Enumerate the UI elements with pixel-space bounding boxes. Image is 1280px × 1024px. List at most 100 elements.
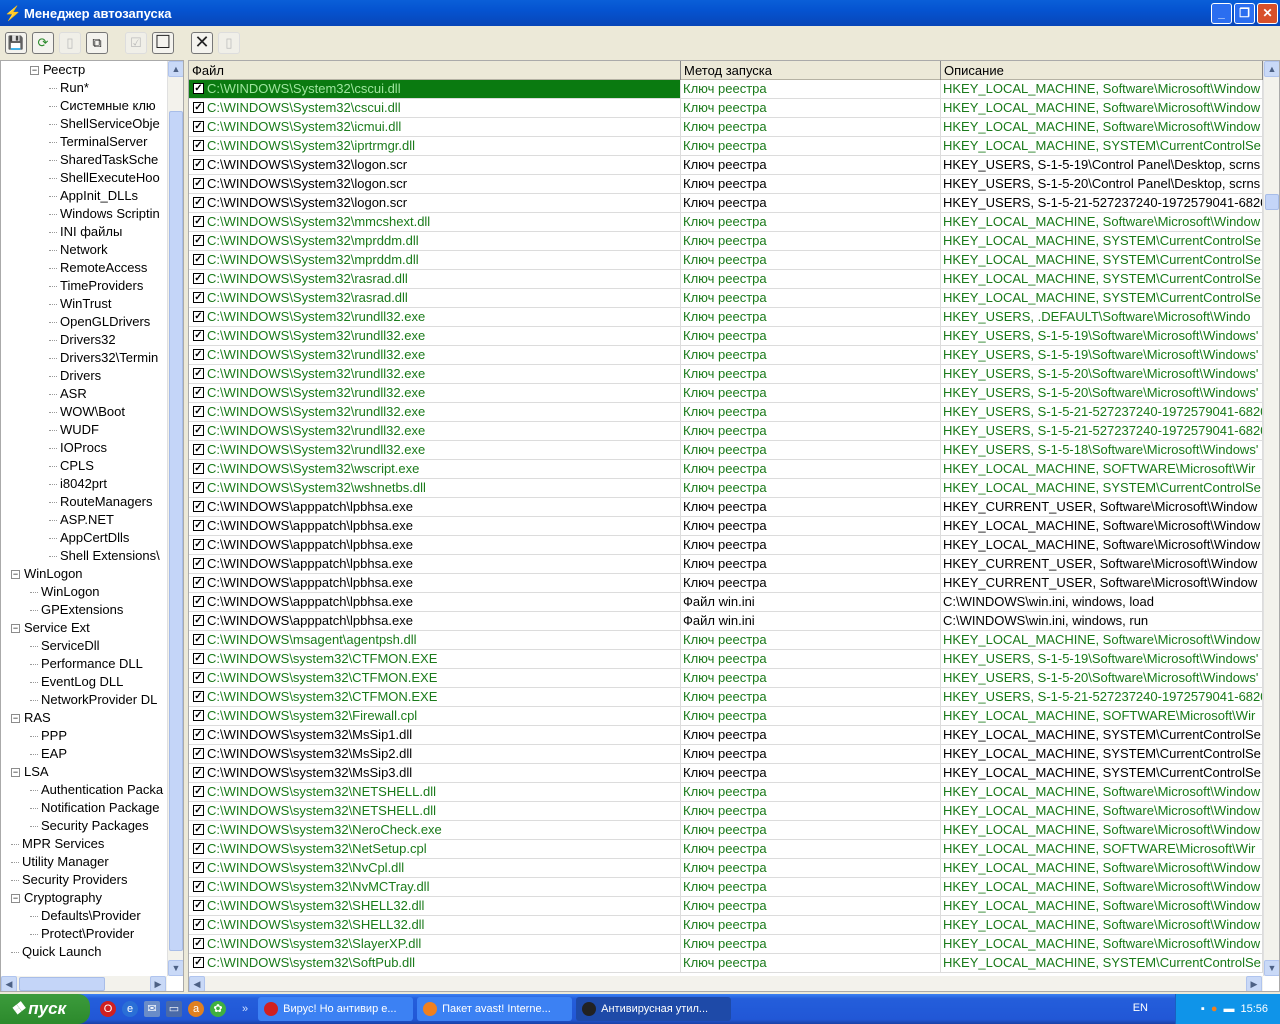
table-row[interactable]: ✓ C:\WINDOWS\system32\CTFMON.EXE Ключ реес… (189, 669, 1263, 688)
internet-explorer-icon[interactable]: e (122, 1001, 138, 1017)
collapse-icon[interactable]: − (11, 570, 20, 580)
enabled-checkbox[interactable]: ✓ (193, 918, 204, 930)
enabled-checkbox[interactable]: ✓ (193, 120, 204, 132)
table-row[interactable]: ✓ C:\WINDOWS\system32\NvCpl.dll Ключ реест… (189, 859, 1263, 878)
icq-icon[interactable]: ✿ (210, 1001, 226, 1017)
enabled-checkbox[interactable]: ✓ (193, 215, 204, 227)
enabled-checkbox[interactable]: ✓ (193, 652, 204, 664)
tree-item[interactable]: WinLogon (30, 583, 100, 601)
tree-item[interactable]: Run* (49, 79, 89, 97)
enabled-checkbox[interactable]: ✓ (193, 386, 204, 398)
table-row[interactable]: ✓ C:\WINDOWS\System32\rundll32.exe Ключ ре… (189, 403, 1263, 422)
enabled-checkbox[interactable]: ✓ (193, 310, 204, 322)
enabled-checkbox[interactable]: ✓ (193, 82, 204, 94)
tree-item[interactable]: WinTrust (49, 295, 112, 313)
table-horizontal-scrollbar[interactable]: ◀ ▶ (189, 976, 1263, 991)
enabled-checkbox[interactable]: ✓ (193, 709, 204, 721)
table-row[interactable]: ✓ C:\WINDOWS\System32\mmcshext.dll Ключ ре… (189, 213, 1263, 232)
enabled-checkbox[interactable]: ✓ (193, 348, 204, 360)
tree-item[interactable]: AppCertDlls (49, 529, 129, 547)
enabled-checkbox[interactable]: ✓ (193, 785, 204, 797)
enabled-checkbox[interactable]: ✓ (193, 766, 204, 778)
enabled-checkbox[interactable]: ✓ (193, 234, 204, 246)
enabled-checkbox[interactable]: ✓ (193, 937, 204, 949)
table-row[interactable]: ✓ C:\WINDOWS\System32\rundll32.exe Ключ ре… (189, 384, 1263, 403)
table-row[interactable]: ✓ C:\WINDOWS\system32\CTFMON.EXE Ключ реес… (189, 650, 1263, 669)
table-row[interactable]: ✓ C:\WINDOWS\System32\logon.scr Ключ реест… (189, 175, 1263, 194)
enabled-checkbox[interactable]: ✓ (193, 253, 204, 265)
tree-item[interactable]: EventLog DLL (30, 673, 123, 691)
table-row[interactable]: ✓ C:\WINDOWS\system32\MsSip2.dll Ключ реес… (189, 745, 1263, 764)
table-row[interactable]: ✓ C:\WINDOWS\System32\wscript.exe Ключ рее… (189, 460, 1263, 479)
scroll-left-icon[interactable]: ◀ (189, 976, 205, 991)
enabled-checkbox[interactable]: ✓ (193, 196, 204, 208)
table-row[interactable]: ✓ C:\WINDOWS\system32\NETSHELL.dll Ключ ре… (189, 783, 1263, 802)
table-row[interactable]: ✓ C:\WINDOWS\system32\SlayerXP.dll Ключ ре… (189, 935, 1263, 954)
table-row[interactable]: ✓ C:\WINDOWS\system32\Firewall.cpl Ключ ре… (189, 707, 1263, 726)
enabled-checkbox[interactable]: ✓ (193, 614, 204, 626)
enabled-checkbox[interactable]: ✓ (193, 804, 204, 816)
tree-item[interactable]: PPP (30, 727, 67, 745)
tree-item[interactable]: Notification Package (30, 799, 160, 817)
enabled-checkbox[interactable]: ✓ (193, 557, 204, 569)
table-row[interactable]: ✓ C:\WINDOWS\system32\NETSHELL.dll Ключ ре… (189, 802, 1263, 821)
table-row[interactable]: ✓ C:\WINDOWS\System32\rasrad.dll Ключ реес… (189, 270, 1263, 289)
refresh-button[interactable]: ⟳ (32, 31, 54, 54)
table-row[interactable]: ✓ C:\WINDOWS\apppatch\lpbhsa.exe Ключ реес… (189, 517, 1263, 536)
enabled-checkbox[interactable]: ✓ (193, 462, 204, 474)
avast-tray-icon[interactable]: ● (1211, 1003, 1218, 1015)
tree-item[interactable]: GPExtensions (30, 601, 123, 619)
taskbar-button[interactable]: Пакет avast! Interne... (417, 997, 573, 1021)
tree-item[interactable]: − RAS (11, 709, 51, 727)
table-row[interactable]: ✓ C:\WINDOWS\system32\NetSetup.cpl Ключ ре… (189, 840, 1263, 859)
tree-item[interactable]: AppInit_DLLs (49, 187, 138, 205)
collapse-icon[interactable]: − (11, 714, 20, 724)
table-row[interactable]: ✓ C:\WINDOWS\System32\rundll32.exe Ключ ре… (189, 327, 1263, 346)
table-row[interactable]: ✓ C:\WINDOWS\system32\MsSip3.dll Ключ реес… (189, 764, 1263, 783)
save-button[interactable]: 💾 (5, 31, 27, 54)
tree-item[interactable]: NetworkProvider DL (30, 691, 157, 709)
tree-item[interactable]: ASR (49, 385, 87, 403)
enabled-checkbox[interactable]: ✓ (193, 481, 204, 493)
tree-item[interactable]: Authentication Packa (30, 781, 163, 799)
table-row[interactable]: ✓ C:\WINDOWS\System32\rundll32.exe Ключ ре… (189, 441, 1263, 460)
table-row[interactable]: ✓ C:\WINDOWS\apppatch\lpbhsa.exe Ключ реес… (189, 498, 1263, 517)
scroll-thumb[interactable] (1265, 194, 1279, 210)
tree-item[interactable]: TimeProviders (49, 277, 143, 295)
enabled-checkbox[interactable]: ✓ (193, 823, 204, 835)
maximize-button[interactable]: ❐ (1234, 3, 1255, 24)
enabled-checkbox[interactable]: ✓ (193, 177, 204, 189)
enabled-checkbox[interactable]: ✓ (193, 367, 204, 379)
tree-item[interactable]: − WinLogon (11, 565, 83, 583)
enabled-checkbox[interactable]: ✓ (193, 443, 204, 455)
tree-item[interactable]: WUDF (49, 421, 99, 439)
tree-item[interactable]: Performance DLL (30, 655, 143, 673)
table-row[interactable]: ✓ C:\WINDOWS\System32\rundll32.exe Ключ ре… (189, 365, 1263, 384)
table-row[interactable]: ✓ C:\WINDOWS\apppatch\lpbhsa.exe Ключ реес… (189, 555, 1263, 574)
properties-button[interactable]: ▯ (218, 31, 240, 54)
delete-button[interactable]: ✕ (191, 31, 213, 54)
taskbar-button[interactable]: Вирус! Но антивир е... (258, 997, 414, 1021)
table-row[interactable]: ✓ C:\WINDOWS\System32\rundll32.exe Ключ ре… (189, 346, 1263, 365)
enabled-checkbox[interactable]: ✓ (193, 842, 204, 854)
enabled-checkbox[interactable]: ✓ (193, 405, 204, 417)
enabled-checkbox[interactable]: ✓ (193, 519, 204, 531)
tree-item[interactable]: IOProcs (49, 439, 107, 457)
copy-button[interactable]: ⧉ (86, 31, 108, 54)
show-desktop-icon[interactable]: ▭ (166, 1001, 182, 1017)
tree-horizontal-scrollbar[interactable]: ◀ ▶ (1, 976, 167, 991)
enabled-checkbox[interactable]: ✓ (193, 500, 204, 512)
table-row[interactable]: ✓ C:\WINDOWS\System32\rasrad.dll Ключ реес… (189, 289, 1263, 308)
tree-item[interactable]: − Cryptography (11, 889, 102, 907)
enabled-checkbox[interactable]: ✓ (193, 272, 204, 284)
tree-item[interactable]: INI файлы (49, 223, 122, 241)
table-row[interactable]: ✓ C:\WINDOWS\system32\SHELL32.dll Ключ рее… (189, 897, 1263, 916)
scroll-down-icon[interactable]: ▼ (1264, 960, 1279, 976)
tree-item[interactable]: − Service Ext (11, 619, 90, 637)
scroll-up-icon[interactable]: ▲ (168, 61, 183, 77)
table-row[interactable]: ✓ C:\WINDOWS\System32\iprtrmgr.dll Ключ ре… (189, 137, 1263, 156)
outlook-icon[interactable]: ✉ (144, 1001, 160, 1017)
table-row[interactable]: ✓ C:\WINDOWS\System32\wshnetbs.dll Ключ ре… (189, 479, 1263, 498)
start-button[interactable]: ❖ пуск (0, 994, 90, 1024)
tree-item[interactable]: CPLS (49, 457, 94, 475)
